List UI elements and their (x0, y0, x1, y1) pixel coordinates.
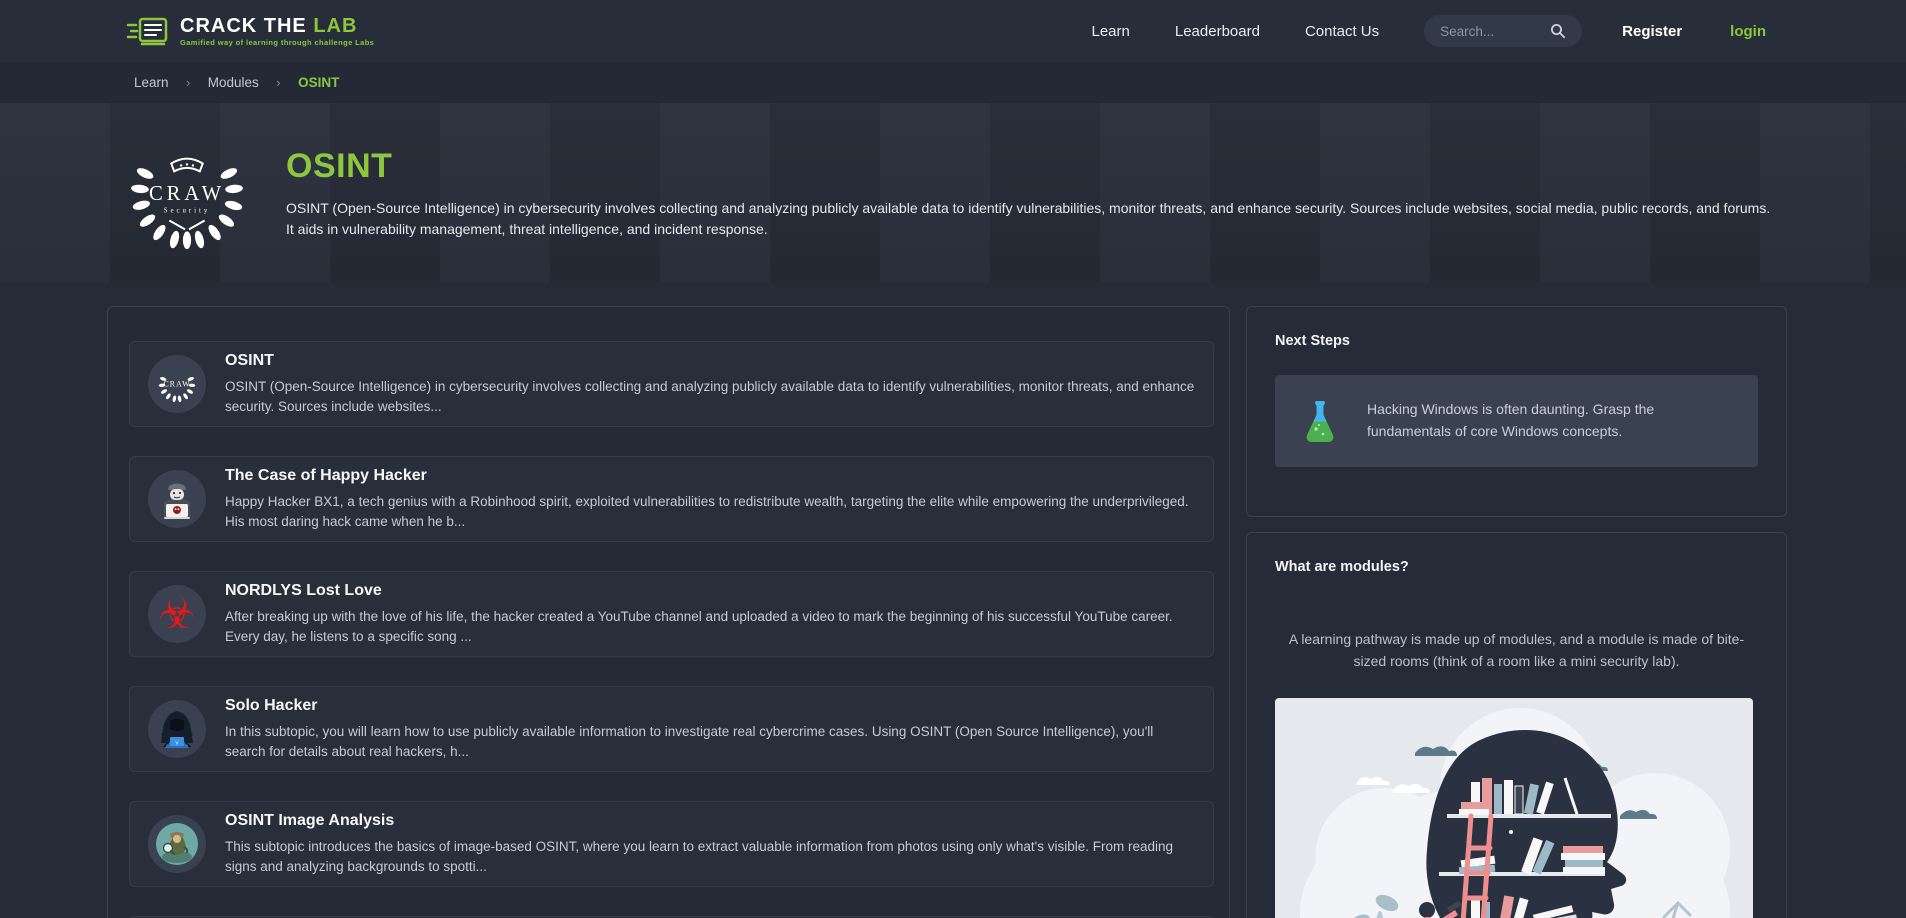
svg-text:Security: Security (164, 208, 211, 215)
module-title: Solo Hacker (225, 697, 1195, 715)
module-card-happy-hacker[interactable]: The Case of Happy Hacker Happy Hacker BX… (129, 456, 1214, 542)
module-card-text: OSINT OSINT (Open-Source Intelligence) i… (225, 352, 1195, 416)
module-desc: OSINT (Open-Source Intelligence) in cybe… (225, 377, 1195, 416)
login-button[interactable]: login (1730, 23, 1766, 40)
brand-logo[interactable]: CRACK THE LAB Gamified way of learning t… (126, 14, 374, 48)
brand-name: CRACK THE (180, 15, 307, 37)
module-hero: CRAW Security OSINT OSINT (Open-Source I… (0, 103, 1906, 283)
hooded-hacker-icon (148, 700, 206, 758)
sidebar: Next Steps Hacking Windows is often daun… (1246, 306, 1787, 918)
knowledge-head-illustration (1275, 698, 1753, 918)
next-steps-heading: Next Steps (1275, 333, 1758, 349)
module-card-image-analysis[interactable]: OSINT Image Analysis This subtopic intro… (129, 801, 1214, 887)
module-desc: Happy Hacker BX1, a tech genius with a R… (225, 492, 1195, 531)
what-are-modules-heading: What are modules? (1275, 559, 1758, 575)
module-card-text: Solo Hacker In this subtopic, you will l… (225, 697, 1195, 761)
search-box[interactable] (1424, 15, 1582, 47)
search-input[interactable] (1440, 24, 1550, 39)
top-navbar: CRACK THE LAB Gamified way of learning t… (0, 0, 1906, 62)
what-are-modules-body: A learning pathway is made up of modules… (1275, 629, 1758, 672)
module-title: The Case of Happy Hacker (225, 467, 1195, 485)
page-title: OSINT (286, 147, 1778, 186)
masked-hacker-icon (148, 470, 206, 528)
svg-text:CRAW: CRAW (149, 183, 225, 205)
craw-badge-icon: CRAW (148, 355, 206, 413)
module-card-nordlys[interactable]: ☣ NORDLYS Lost Love After breaking up wi… (129, 571, 1214, 657)
module-card-text: NORDLYS Lost Love After breaking up with… (225, 582, 1195, 646)
module-desc: This subtopic introduces the basics of i… (225, 837, 1195, 876)
brand-tagline: Gamified way of learning through challen… (180, 39, 374, 47)
module-title: NORDLYS Lost Love (225, 582, 1195, 600)
next-step-card[interactable]: Hacking Windows is often daunting. Grasp… (1275, 375, 1758, 467)
module-title: OSINT Image Analysis (225, 812, 1195, 830)
module-desc: In this subtopic, you will learn how to … (225, 722, 1195, 761)
flask-icon (1301, 399, 1339, 443)
module-desc: After breaking up with the love of his l… (225, 607, 1195, 646)
module-title: OSINT (225, 352, 1195, 370)
what-are-modules-panel: What are modules? A learning pathway is … (1246, 532, 1787, 918)
breadcrumb-separator-icon: › (186, 75, 190, 90)
module-card-osint[interactable]: CRAW OSINT OSINT (Open-Source Intelligen… (129, 341, 1214, 427)
breadcrumb-bar: Learn › Modules › OSINT (0, 62, 1906, 103)
detective-icon (148, 815, 206, 873)
module-card-text: OSINT Image Analysis This subtopic intro… (225, 812, 1195, 876)
nav-link-contact-us[interactable]: Contact Us (1305, 23, 1379, 40)
hero-text: OSINT OSINT (Open-Source Intelligence) i… (286, 147, 1778, 240)
nav-link-learn[interactable]: Learn (1091, 23, 1129, 40)
search-icon[interactable] (1550, 23, 1566, 39)
module-card-solo-hacker[interactable]: Solo Hacker In this subtopic, you will l… (129, 686, 1214, 772)
biohazard-icon: ☣ (148, 585, 206, 643)
breadcrumb-separator-icon: › (276, 75, 280, 90)
module-description: OSINT (Open-Source Intelligence) in cybe… (286, 198, 1778, 240)
content-area: CRAW OSINT OSINT (Open-Source Intelligen… (107, 306, 1906, 918)
nav-link-leaderboard[interactable]: Leaderboard (1175, 23, 1260, 40)
breadcrumb-current-osint: OSINT (298, 75, 339, 90)
modules-list-panel: CRAW OSINT OSINT (Open-Source Intelligen… (107, 306, 1230, 918)
next-steps-panel: Next Steps Hacking Windows is often daun… (1246, 306, 1787, 517)
next-step-text: Hacking Windows is often daunting. Grasp… (1367, 399, 1732, 442)
lab-notebook-icon (126, 14, 170, 48)
brand-name-accent: LAB (313, 15, 357, 37)
craw-security-badge-icon: CRAW Security (128, 134, 246, 252)
breadcrumb-modules[interactable]: Modules (208, 75, 259, 90)
module-card-text: The Case of Happy Hacker Happy Hacker BX… (225, 467, 1195, 531)
main-navigation: Learn Leaderboard Contact Us Register lo… (1091, 15, 1766, 47)
svg-text:CRAW: CRAW (163, 380, 190, 389)
breadcrumb-learn[interactable]: Learn (134, 75, 169, 90)
brand-text: CRACK THE LAB Gamified way of learning t… (180, 16, 374, 47)
breadcrumb: Learn › Modules › OSINT (134, 74, 339, 92)
register-button[interactable]: Register (1622, 23, 1682, 40)
